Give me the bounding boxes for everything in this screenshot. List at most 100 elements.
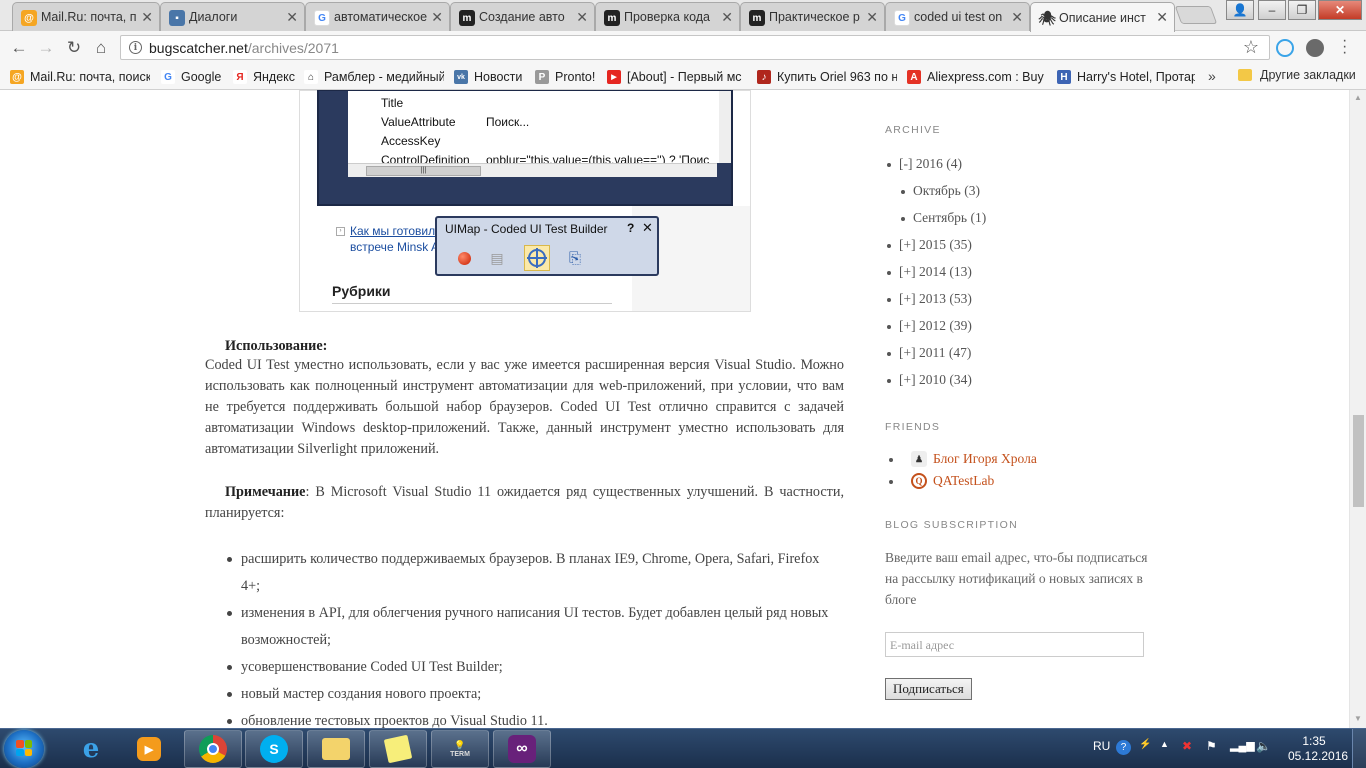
close-icon[interactable]: ✕ (141, 9, 153, 26)
close-icon[interactable]: ✕ (866, 9, 878, 26)
close-icon[interactable]: ✕ (1011, 9, 1023, 26)
taskbar-visual-studio[interactable]: ∞ (493, 730, 551, 768)
archive-toggle[interactable]: [+] (899, 345, 916, 360)
help-icon[interactable]: ? (1116, 740, 1131, 755)
archive-toggle[interactable]: [+] (899, 291, 916, 306)
taskbar-sticky-notes[interactable] (369, 730, 427, 768)
minimize-button[interactable]: – (1258, 0, 1286, 20)
archive-item-2010[interactable]: [+] 2010 (34) (887, 372, 972, 388)
taskbar-media-player[interactable]: ▶ (120, 730, 178, 768)
home-button[interactable]: ⌂ (90, 37, 112, 59)
taskbar-chrome[interactable] (184, 730, 242, 768)
start-button[interactable] (4, 730, 44, 768)
archive-link[interactable]: 2014 (13) (919, 264, 972, 279)
archive-item-2012[interactable]: [+] 2012 (39) (887, 318, 972, 334)
extension-shield-icon[interactable] (1306, 39, 1324, 57)
menu-icon[interactable]: · · · (1342, 33, 1347, 61)
scroll-up-icon[interactable]: ▲ (1354, 93, 1362, 102)
tab-medium-1[interactable]: m Создание авто ✕ (450, 2, 595, 31)
tab-active-article[interactable]: 🕷 Описание инст ✕ (1030, 2, 1175, 32)
bookmark-google[interactable]: G Google (161, 68, 227, 86)
volume-icon[interactable]: 🔈 (1256, 739, 1271, 753)
other-bookmarks[interactable]: Другие закладки (1238, 68, 1356, 82)
close-icon[interactable]: ✕ (1156, 9, 1168, 26)
bookmarks-overflow-button[interactable]: » (1208, 68, 1216, 84)
tab-medium-3[interactable]: m Практическое р ✕ (740, 2, 885, 31)
tab-dialogs[interactable]: ▪ Диалоги ✕ (160, 2, 305, 31)
archive-link[interactable]: 2012 (39) (919, 318, 972, 333)
archive-link[interactable]: 2015 (35) (919, 237, 972, 252)
bookmark-vk-news[interactable]: vk Новости (454, 68, 526, 86)
bookmark-rambler[interactable]: ⌂ Рамблер - медийный (304, 68, 444, 86)
close-icon[interactable]: ✕ (431, 9, 443, 26)
system-clock[interactable]: 1:35 05.12.2016 (1288, 734, 1348, 764)
close-icon[interactable]: ✕ (721, 9, 733, 26)
archive-toggle[interactable]: [+] (899, 237, 916, 252)
archive-toggle[interactable]: [-] (899, 156, 913, 171)
visual-studio-icon: ∞ (508, 735, 536, 763)
tray-expand-icon[interactable]: ▲ (1160, 739, 1169, 749)
archive-item-october[interactable]: Октябрь (3) (901, 183, 980, 199)
extension-play-icon[interactable] (1276, 39, 1294, 57)
archive-link[interactable]: 2016 (4) (916, 156, 962, 171)
network-error-icon[interactable]: ✖ (1182, 739, 1192, 753)
archive-toggle[interactable]: [+] (899, 264, 916, 279)
archive-link[interactable]: 2013 (53) (919, 291, 972, 306)
vs-property-name: ValueAttribute (381, 115, 456, 129)
vs-property-name: AccessKey (381, 134, 441, 148)
reload-button[interactable]: ↻ (63, 37, 85, 59)
tab-google-search[interactable]: G автоматическое ✕ (305, 2, 450, 31)
bookmark-oriel[interactable]: ♪ Купить Oriel 963 по н (757, 68, 897, 86)
language-indicator[interactable]: RU (1093, 739, 1110, 753)
archive-item-2011[interactable]: [+] 2011 (47) (886, 345, 971, 361)
new-tab-button[interactable] (1174, 6, 1218, 24)
bookmark-about[interactable]: ▶ [About] - Первый мс (607, 68, 747, 86)
taskbar-skype[interactable]: S (245, 730, 303, 768)
show-desktop-button[interactable] (1352, 729, 1366, 768)
archive-item-september[interactable]: Сентябрь (1) (900, 210, 986, 226)
friend-link-qatestlab[interactable]: Q QATestLab (888, 473, 994, 489)
scroll-thumb[interactable] (1353, 415, 1364, 507)
address-bar[interactable]: i bugscatcher.net/archives/2071 ☆ (120, 35, 1270, 60)
tab-medium-2[interactable]: m Проверка кода ✕ (595, 2, 740, 31)
bookmark-mailru[interactable]: @ Mail.Ru: почта, поиск (10, 68, 150, 86)
tab-mailru[interactable]: @ Mail.Ru: почта, п ✕ (12, 2, 160, 31)
archive-link[interactable]: 2011 (47) (919, 345, 971, 360)
archive-link[interactable]: 2010 (34) (919, 372, 972, 387)
bookmark-star-icon[interactable]: ☆ (1243, 37, 1259, 58)
crosshair-icon (524, 245, 550, 271)
user-icon[interactable]: 👤 (1226, 0, 1254, 20)
folder-icon (322, 738, 350, 760)
bookmark-pronto[interactable]: P Pronto! (535, 68, 599, 86)
bookmark-hotel[interactable]: H Harry's Hotel, Протар (1057, 68, 1195, 86)
bookmark-yandex[interactable]: Я Яндекс (233, 68, 297, 86)
tab-google-coded-ui[interactable]: G coded ui test on ✕ (885, 2, 1030, 31)
archive-toggle[interactable]: [+] (899, 318, 916, 333)
friend-link-khrol[interactable]: ♟ Блог Игоря Хрола (889, 451, 1037, 467)
archive-item-2016[interactable]: [-] 2016 (4) (887, 156, 962, 172)
back-button[interactable]: ← (8, 37, 30, 59)
archive-link[interactable]: Октябрь (3) (913, 183, 980, 198)
archive-item-2013[interactable]: [+] 2013 (53) (887, 291, 972, 307)
maximize-button[interactable]: ❐ (1288, 0, 1316, 20)
close-window-button[interactable]: ✕ (1318, 0, 1362, 20)
subscribe-button[interactable]: Подписаться (885, 678, 972, 700)
forward-button[interactable]: → (35, 37, 57, 59)
archive-item-2014[interactable]: [+] 2014 (13) (887, 264, 972, 280)
archive-item-2015[interactable]: [+] 2015 (35) (887, 237, 972, 253)
scroll-down-icon[interactable]: ▼ (1354, 714, 1362, 723)
archive-link[interactable]: Сентябрь (1) (913, 210, 986, 225)
page-scrollbar[interactable]: ▲ ▼ (1349, 90, 1366, 728)
archive-toggle[interactable]: [+] (899, 372, 916, 387)
info-icon[interactable]: i (129, 41, 142, 54)
taskbar-file-explorer[interactable] (307, 730, 365, 768)
taskbar-term[interactable]: 💡 TERM (431, 730, 489, 768)
signal-icon[interactable]: ▂▄▆ (1230, 739, 1255, 752)
taskbar-internet-explorer[interactable]: e (62, 730, 120, 768)
power-icon[interactable]: ⚡ (1139, 739, 1151, 750)
email-field[interactable]: E-mail адрес (885, 632, 1144, 657)
close-icon[interactable]: ✕ (286, 9, 298, 26)
close-icon[interactable]: ✕ (576, 9, 588, 26)
flag-icon[interactable]: ⚑ (1206, 739, 1217, 753)
bookmark-aliexpress[interactable]: A Aliexpress.com : Buy 1 (907, 68, 1047, 86)
